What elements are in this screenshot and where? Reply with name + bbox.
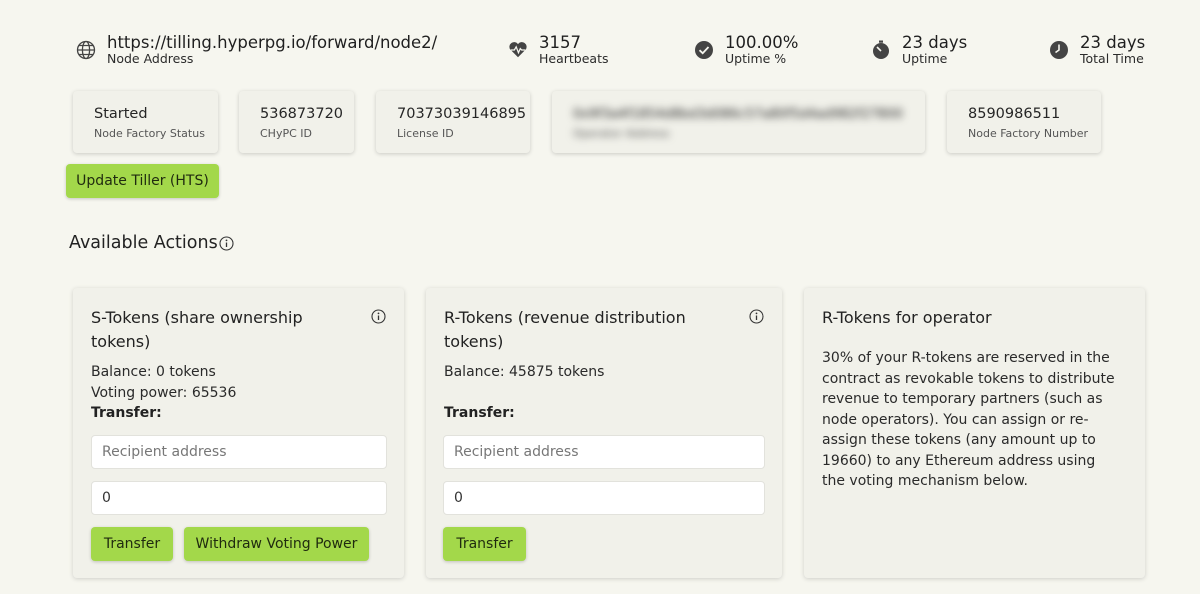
uptime-label: Uptime <box>902 51 948 66</box>
r-tokens-recipient-input[interactable] <box>443 435 765 469</box>
s-tokens-voting-power: Voting power: 65536 <box>91 385 237 401</box>
node-factory-status-value: Started <box>94 106 148 122</box>
s-tokens-card: S-Tokens (share ownership tokens) Balanc… <box>73 288 404 578</box>
node-address-stat: https://tilling.hyperpg.io/forward/node2… <box>76 34 437 66</box>
globe-icon <box>76 40 96 60</box>
license-id-value: 70373039146895 <box>397 106 527 122</box>
s-tokens-recipient-input[interactable] <box>91 435 387 469</box>
available-actions-title: Available Actions <box>69 233 218 253</box>
operator-address-label: Operator Address <box>573 127 670 140</box>
total-time-stat: 23 days Total Time <box>1049 34 1145 66</box>
info-icon[interactable] <box>371 309 386 328</box>
node-address-label: Node Address <box>107 51 194 66</box>
node-address-value: https://tilling.hyperpg.io/forward/node2… <box>107 33 438 52</box>
operator-address-card: 0x9f3a4f1854d8bd3d086c57a80f5d4ad982f278… <box>552 91 925 153</box>
s-tokens-title: S-Tokens (share ownership tokens) <box>91 308 303 351</box>
s-tokens-transfer-button[interactable]: Transfer <box>91 527 173 561</box>
s-tokens-amount-input[interactable] <box>91 481 387 515</box>
r-tokens-title: R-Tokens (revenue distribution tokens) <box>444 308 686 351</box>
uptime-percent-label: Uptime % <box>725 51 787 66</box>
operator-address-value: 0x9f3a4f1854d8bd3d086c57a80f5d4ad982f278… <box>573 107 903 122</box>
total-time-value: 23 days <box>1080 33 1146 52</box>
r-tokens-balance: Balance: 45875 tokens <box>444 364 605 380</box>
node-factory-number-value: 8590986511 <box>968 106 1061 122</box>
uptime-value: 23 days <box>902 33 968 52</box>
node-factory-number-label: Node Factory Number <box>968 127 1089 140</box>
heartbeat-icon <box>508 40 528 60</box>
withdraw-voting-power-button[interactable]: Withdraw Voting Power <box>184 527 369 561</box>
chypc-id-card: 536873720 CHyPC ID <box>239 91 354 153</box>
info-icon[interactable] <box>749 309 764 328</box>
r-tokens-transfer-label: Transfer: <box>444 405 515 421</box>
r-tokens-operator-title: R-Tokens for operator <box>822 308 992 327</box>
r-tokens-transfer-button[interactable]: Transfer <box>443 527 526 561</box>
r-tokens-amount-input[interactable] <box>443 481 765 515</box>
stopwatch-icon <box>871 40 891 60</box>
r-tokens-operator-card: R-Tokens for operator 30% of your R-toke… <box>804 288 1145 578</box>
total-time-label: Total Time <box>1080 51 1144 66</box>
available-actions-heading: Available Actions <box>69 233 234 253</box>
s-tokens-balance: Balance: 0 tokens <box>91 364 216 380</box>
heartbeats-label: Heartbeats <box>539 51 609 66</box>
uptime-percent-stat: 100.00% Uptime % <box>694 34 798 66</box>
chypc-id-value: 536873720 <box>260 106 344 122</box>
node-factory-status-card: Started Node Factory Status <box>73 91 218 153</box>
license-id-card: 70373039146895 License ID <box>376 91 530 153</box>
check-circle-icon <box>694 40 714 60</box>
r-tokens-operator-description: 30% of your R-tokens are reserved in the… <box>822 350 1115 489</box>
node-factory-number-card: 8590986511 Node Factory Number <box>947 91 1101 153</box>
info-icon[interactable] <box>219 235 234 251</box>
update-tiller-button[interactable]: Update Tiller (HTS) <box>66 164 219 198</box>
chypc-id-label: CHyPC ID <box>260 127 312 140</box>
s-tokens-transfer-label: Transfer: <box>91 405 162 421</box>
uptime-percent-value: 100.00% <box>725 33 799 52</box>
license-id-label: License ID <box>397 127 454 140</box>
uptime-stat: 23 days Uptime <box>871 34 967 66</box>
r-tokens-card: R-Tokens (revenue distribution tokens) B… <box>426 288 782 578</box>
heartbeats-stat: 3157 Heartbeats <box>508 34 609 66</box>
node-factory-status-label: Node Factory Status <box>94 127 205 140</box>
clock-icon <box>1049 40 1069 60</box>
heartbeats-value: 3157 <box>539 33 581 52</box>
